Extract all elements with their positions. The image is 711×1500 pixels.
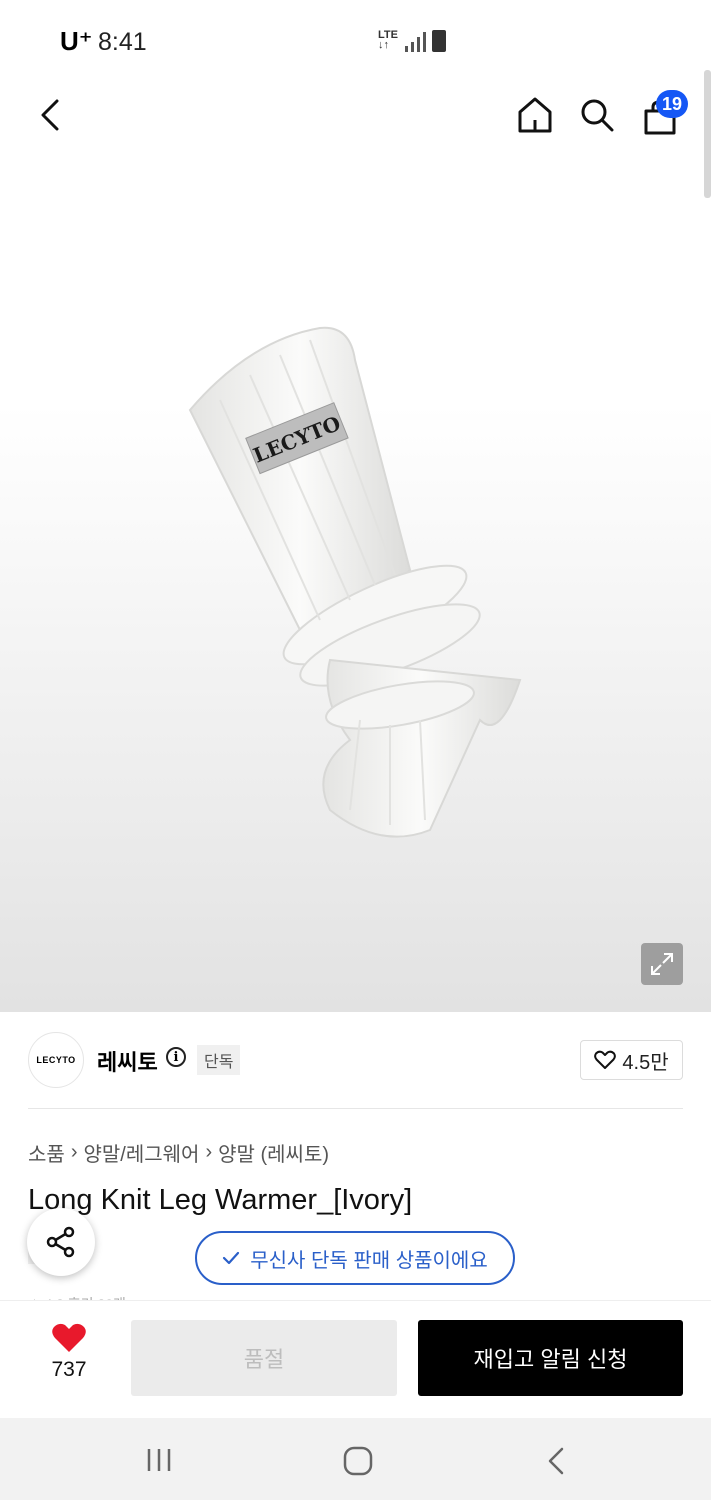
- restock-alert-button[interactable]: 재입고 알림 신청: [418, 1320, 683, 1396]
- exclusive-tag: 단독: [197, 1045, 241, 1075]
- recent-apps-icon[interactable]: [145, 1446, 173, 1474]
- product-image[interactable]: LECYTO: [0, 0, 711, 1012]
- battery-icon: [432, 30, 446, 52]
- product-title: Long Knit Leg Warmer_[Ivory]: [28, 1184, 413, 1216]
- brand-logo[interactable]: LECYTO: [28, 1032, 84, 1088]
- breadcrumb-item-category[interactable]: 소품: [28, 1138, 65, 1167]
- search-icon: [581, 99, 614, 132]
- heart-filled-icon: [52, 1323, 86, 1352]
- carrier-label: U⁺: [60, 26, 93, 56]
- wishlist-count: 737: [51, 1358, 87, 1381]
- network-label: LTE ↓↑: [378, 29, 398, 51]
- brand-like-button[interactable]: 4.5만: [580, 1040, 683, 1080]
- search-button[interactable]: [575, 93, 619, 137]
- home-nav-icon[interactable]: [342, 1445, 374, 1477]
- scrollbar[interactable]: [704, 70, 711, 198]
- heart-outline-icon: [594, 1050, 617, 1069]
- share-icon: [46, 1226, 75, 1258]
- info-icon[interactable]: i: [166, 1047, 186, 1067]
- wishlist-button[interactable]: 737: [30, 1322, 108, 1382]
- expand-icon: [651, 953, 673, 975]
- brand-name[interactable]: 레씨토: [97, 1045, 158, 1077]
- status-bar: U⁺ 8:41 LTE ↓↑: [0, 0, 711, 80]
- home-button[interactable]: [513, 93, 557, 137]
- patch-label: LECYTO: [250, 411, 344, 468]
- brand-logo-text: LECYTO: [36, 1055, 76, 1065]
- brand-like-count: 4.5만: [622, 1051, 669, 1074]
- leg-warmer-photo: LECYTO: [188, 326, 522, 838]
- breadcrumb-item-subcategory[interactable]: 양말/레그웨어: [83, 1138, 199, 1167]
- clock: 8:41: [98, 28, 147, 56]
- check-icon: [223, 1251, 240, 1265]
- divider: [28, 1108, 683, 1109]
- back-button[interactable]: [30, 95, 70, 135]
- chevron-right-icon: ›: [70, 1141, 78, 1163]
- breadcrumb-item-brand-category[interactable]: 양말 (레씨토): [218, 1138, 329, 1167]
- share-button[interactable]: [27, 1208, 95, 1276]
- signal-icon: [405, 32, 426, 52]
- sold-out-button[interactable]: 품절: [131, 1320, 397, 1396]
- chevron-left-icon: [41, 99, 59, 131]
- toast-text: 무신사 단독 판매 상품이에요: [250, 1249, 488, 1272]
- back-nav-icon[interactable]: [545, 1446, 567, 1476]
- home-icon: [518, 97, 552, 133]
- exclusive-toast: 무신사 단독 판매 상품이에요: [195, 1231, 515, 1285]
- breadcrumb: 소품 › 양말/레그웨어 › 양말 (레씨토): [28, 1138, 329, 1167]
- system-nav-bar: [0, 1418, 711, 1500]
- chevron-right-icon: ›: [205, 1141, 213, 1163]
- cart-count-badge: 19: [656, 90, 688, 118]
- expand-image-button[interactable]: [641, 943, 683, 985]
